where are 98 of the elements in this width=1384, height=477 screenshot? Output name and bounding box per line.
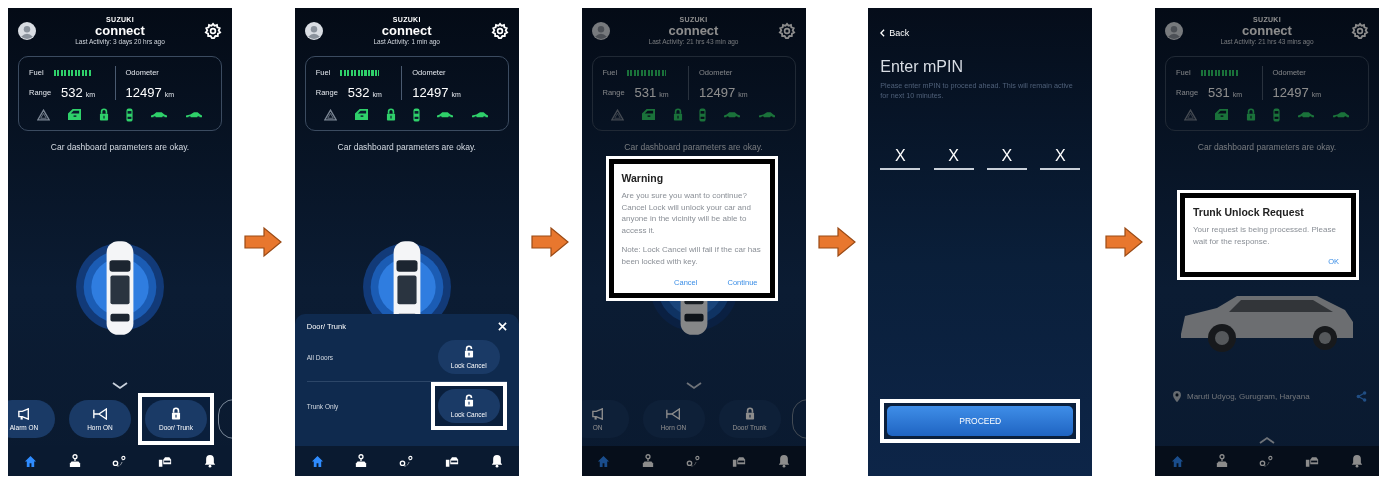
alarm-icon xyxy=(590,407,605,420)
step-arrow-icon xyxy=(531,226,570,258)
car-door-icon xyxy=(640,108,656,121)
car-side-icon xyxy=(723,110,742,119)
range-value: 532 xyxy=(347,85,370,100)
dialog-text: Note: Lock Cancel will fail if the car has been locked with key. xyxy=(621,244,762,268)
person-car-icon[interactable] xyxy=(642,454,655,468)
car-service-icon[interactable] xyxy=(445,454,460,468)
car-top-icon xyxy=(1272,107,1280,122)
fuel-gauge xyxy=(53,69,93,76)
person-car-icon[interactable] xyxy=(355,454,368,468)
close-icon[interactable] xyxy=(497,322,507,331)
status-message: Car dashboard parameters are okay. xyxy=(1196,141,1338,152)
car-service-icon[interactable] xyxy=(1305,454,1320,468)
avatar-icon[interactable] xyxy=(18,21,36,40)
car-top-icon xyxy=(699,107,707,122)
car-side-icon xyxy=(471,110,490,119)
person-car-icon[interactable] xyxy=(1215,454,1228,468)
dialog-title: Trunk Unlock Request xyxy=(1193,206,1305,218)
notification-bell-icon[interactable] xyxy=(490,454,503,468)
app-logo-text: connect xyxy=(668,24,719,37)
back-button[interactable]: Back xyxy=(880,28,910,38)
notification-bell-icon[interactable] xyxy=(204,454,217,468)
car-side-icon xyxy=(184,110,203,119)
warning-triangle-icon xyxy=(324,108,338,121)
settings-icon[interactable] xyxy=(204,21,222,40)
odometer-value: 12497 xyxy=(699,85,736,100)
route-icon[interactable] xyxy=(399,454,414,468)
notification-bell-icon[interactable] xyxy=(1351,454,1364,468)
fuel-gauge xyxy=(1200,69,1240,76)
home-icon[interactable] xyxy=(310,454,324,468)
route-icon[interactable] xyxy=(1259,454,1274,468)
alarm-icon xyxy=(17,407,31,420)
chevron-icon[interactable] xyxy=(112,382,128,390)
step-arrow-icon xyxy=(817,226,856,258)
lock-icon xyxy=(385,108,396,121)
pin-digit-field[interactable]: X xyxy=(986,147,1027,171)
car-side-icon xyxy=(149,110,168,119)
odometer-value: 12497 xyxy=(1272,85,1309,100)
warning-triangle-icon xyxy=(610,108,624,121)
car-side-icon xyxy=(758,110,777,119)
car-side-icon xyxy=(436,110,455,119)
notification-bell-icon[interactable] xyxy=(777,454,790,468)
fuel-gauge xyxy=(627,69,666,76)
chevron-left-icon xyxy=(880,29,886,37)
status-message: Car dashboard parameters are okay. xyxy=(49,141,191,152)
range-value: 532 xyxy=(61,85,83,100)
car-side-icon xyxy=(1296,110,1315,119)
lock-icon xyxy=(171,407,181,420)
app-logo-text: connect xyxy=(1242,24,1292,37)
settings-icon[interactable] xyxy=(777,21,796,40)
dialog-text: Are you sure you want to continue? xyxy=(621,190,748,202)
lock-icon xyxy=(99,108,110,121)
status-message: Car dashboard parameters are okay. xyxy=(336,141,477,152)
car-service-icon[interactable] xyxy=(731,454,746,468)
proceed-button[interactable]: PROCEED xyxy=(887,406,1074,436)
home-icon[interactable] xyxy=(23,454,37,468)
location-pin-icon xyxy=(1173,391,1181,402)
dialog-text: Your request is being processed. Please wait for the response. xyxy=(1193,224,1337,248)
car-side-icon xyxy=(1331,110,1350,119)
fuel-gauge xyxy=(340,69,379,76)
route-icon[interactable] xyxy=(112,454,127,468)
pin-digit-field[interactable]: X xyxy=(880,147,921,171)
odometer-value: 12497 xyxy=(125,85,162,100)
app-logo-text: connect xyxy=(381,24,432,37)
dialog-title: Warning xyxy=(621,172,665,184)
lock-icon xyxy=(744,407,755,420)
pin-digit-field[interactable]: X xyxy=(1040,147,1081,171)
app-logo-text: connect xyxy=(95,24,145,37)
step-arrow-icon xyxy=(1104,226,1143,258)
horn-icon xyxy=(666,407,681,420)
horn-icon xyxy=(92,407,108,420)
odometer-value: 12497 xyxy=(412,85,449,100)
car-door-icon xyxy=(67,108,83,121)
person-car-icon[interactable] xyxy=(68,454,81,468)
lock-icon xyxy=(672,108,683,121)
car-door-icon xyxy=(354,108,369,121)
unlock-icon xyxy=(463,345,474,358)
unlock-icon xyxy=(463,394,474,407)
pin-digit-field[interactable]: X xyxy=(933,147,974,171)
status-message: Car dashboard parameters are okay. xyxy=(623,141,764,152)
warning-triangle-icon xyxy=(1184,108,1198,121)
page-title: Enter mPIN xyxy=(880,58,964,76)
car-door-icon xyxy=(1214,108,1230,121)
car-top-icon xyxy=(125,107,133,122)
settings-icon[interactable] xyxy=(490,21,509,40)
avatar-icon[interactable] xyxy=(304,21,323,40)
settings-icon[interactable] xyxy=(1351,21,1369,40)
route-icon[interactable] xyxy=(686,454,700,468)
step-arrow-icon xyxy=(244,226,283,258)
car-service-icon[interactable] xyxy=(158,454,173,468)
lock-icon xyxy=(1246,108,1257,121)
car-top-icon xyxy=(412,107,420,122)
warning-triangle-icon xyxy=(37,108,51,121)
dialog-text: Cancel Lock will unlock your car and anyone in the vicinity will be able to access it. xyxy=(621,201,752,237)
range-value: 531 xyxy=(1208,85,1230,100)
range-value: 531 xyxy=(634,85,657,100)
location-text: Maruti Udyog, Gurugram, Haryana xyxy=(1187,392,1311,401)
